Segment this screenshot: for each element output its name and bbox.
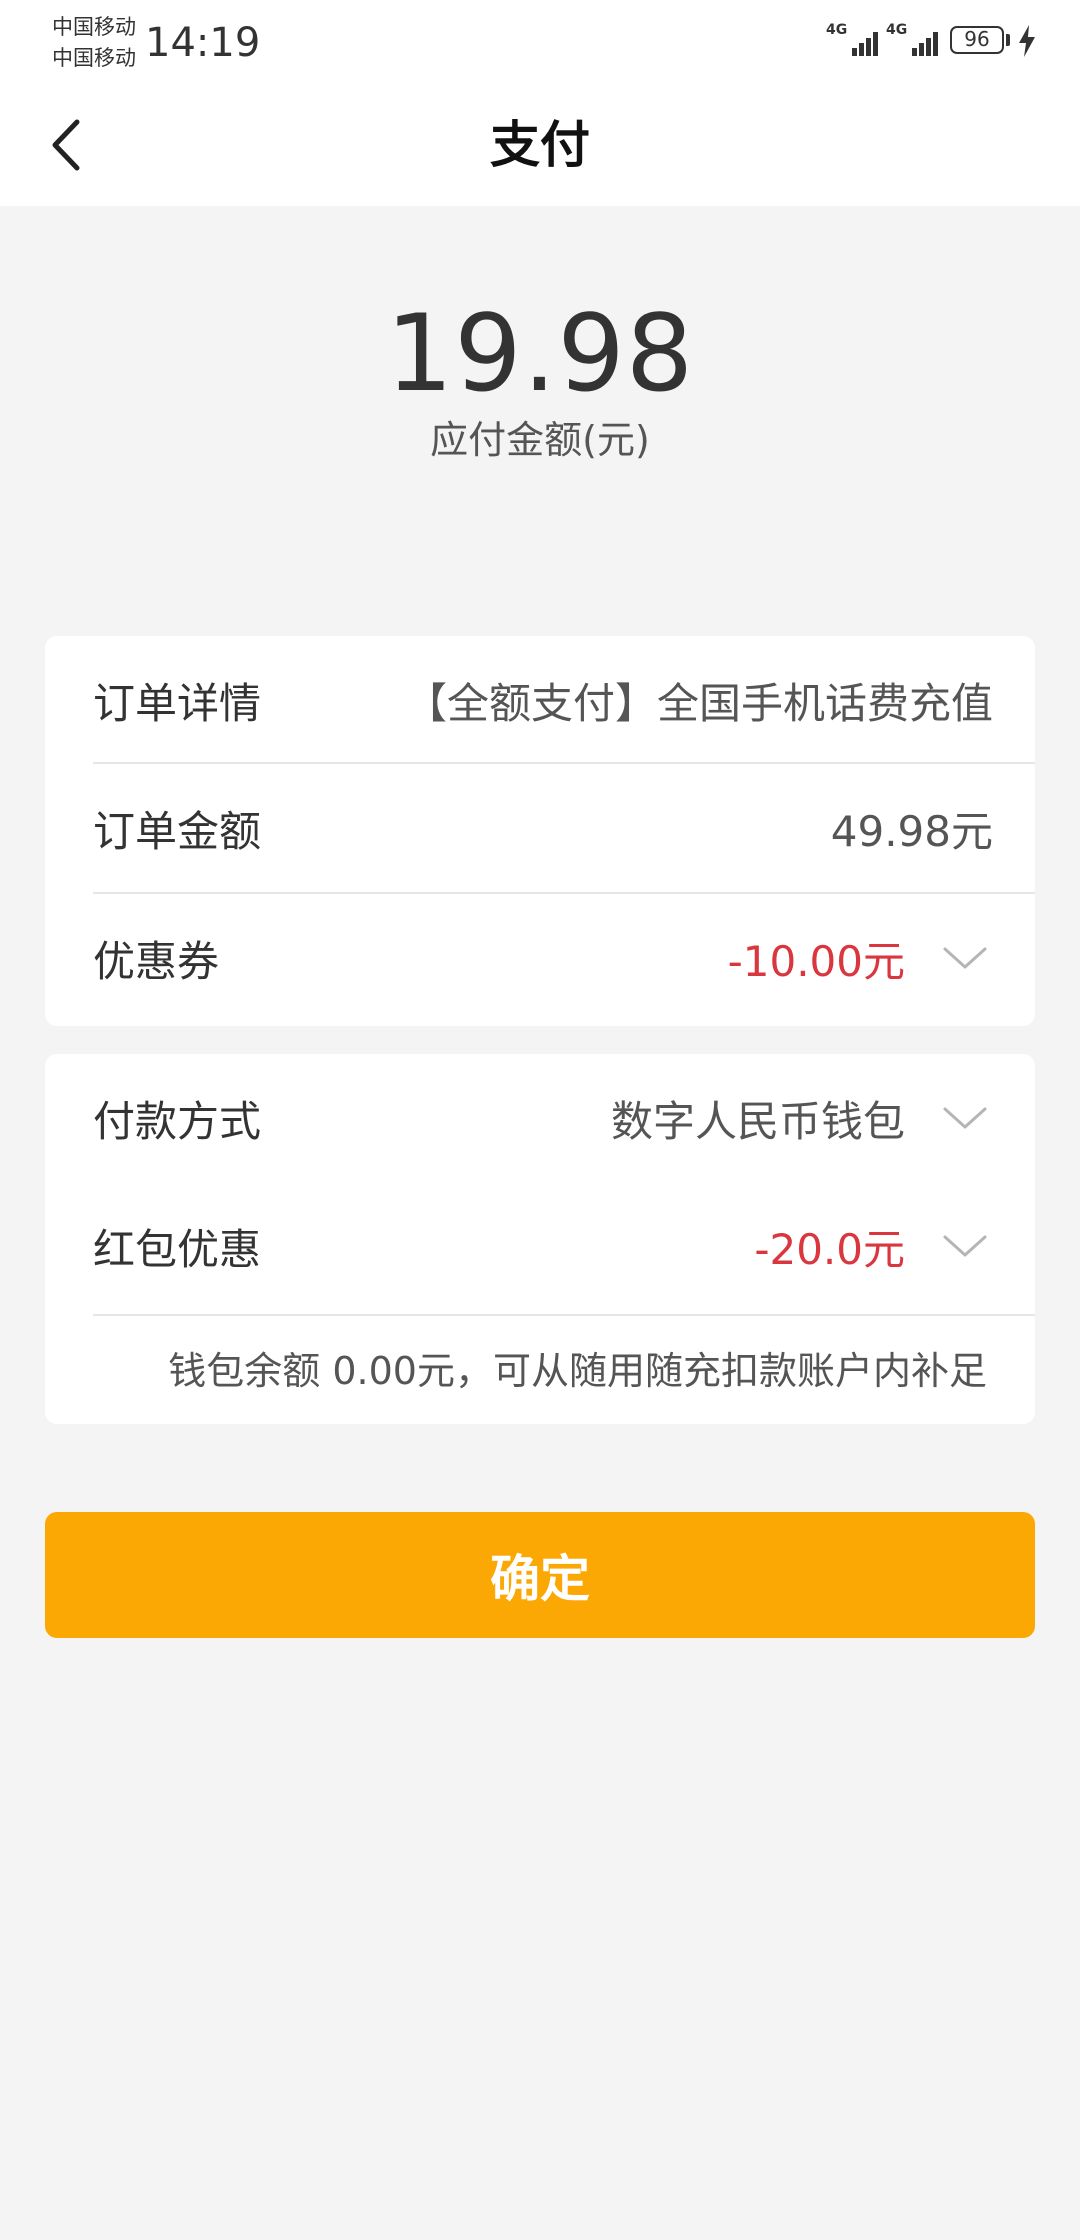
red-packet-label: 红包优惠 xyxy=(93,1224,262,1274)
signal-icon: 4G xyxy=(826,22,882,58)
payment-method-label: 付款方式 xyxy=(93,1096,262,1146)
battery-icon: 96 xyxy=(950,26,1004,54)
confirm-button[interactable]: 确定 xyxy=(45,1512,1035,1638)
red-packet-row[interactable]: 红包优惠 -20.0元 xyxy=(93,1182,993,1310)
signal-icon: 4G xyxy=(886,22,942,58)
payment-method-value-wrap: 数字人民币钱包 xyxy=(611,1088,993,1149)
wallet-balance-note: 钱包余额 0.00元，可从随用随充扣款账户内补足 xyxy=(168,1349,987,1393)
page-title: 支付 xyxy=(490,116,590,174)
chevron-down-icon[interactable] xyxy=(941,943,989,973)
chevron-down-icon[interactable] xyxy=(941,1231,989,1261)
order-card: 订单详情 【全额支付】全国手机话费充值 订单金额 49.98元 优惠券 -10.… xyxy=(45,636,1035,1026)
carrier-info: 中国移动 中国移动 xyxy=(52,12,136,74)
status-bar: 中国移动 中国移动 14:19 4G 4G 96 xyxy=(0,0,1080,86)
payment-method-value: 数字人民币钱包 xyxy=(610,1096,905,1146)
status-time: 14:19 xyxy=(145,20,261,66)
nav-bar: 支付 xyxy=(0,86,1080,206)
battery-tip xyxy=(1006,34,1010,46)
coupon-value-wrap: -10.00元 xyxy=(728,928,993,989)
order-detail-value: 【全额支付】全国手机话费充值 xyxy=(404,678,993,728)
red-packet-value-wrap: -20.0元 xyxy=(754,1216,993,1277)
order-amount-value: 49.98元 xyxy=(830,806,993,856)
coupon-row[interactable]: 优惠券 -10.00元 xyxy=(93,894,993,1022)
order-amount-row: 订单金额 49.98元 xyxy=(93,764,993,892)
charging-icon xyxy=(1019,25,1035,57)
red-packet-value: -20.0元 xyxy=(754,1224,905,1274)
chevron-down-icon[interactable] xyxy=(941,1103,989,1133)
battery-level: 96 xyxy=(964,27,990,51)
divider xyxy=(93,1314,1035,1316)
coupon-label: 优惠券 xyxy=(93,936,220,986)
payable-amount: 19.98 xyxy=(385,292,695,415)
payment-method-row[interactable]: 付款方式 数字人民币钱包 xyxy=(93,1054,993,1182)
carrier-1: 中国移动 xyxy=(52,15,136,39)
payment-card: 付款方式 数字人民币钱包 红包优惠 -20.0元 钱包余额 0.00元，可从随用… xyxy=(45,1054,1035,1424)
order-amount-label: 订单金额 xyxy=(93,806,262,856)
order-detail-label: 订单详情 xyxy=(93,678,262,728)
coupon-value: -10.00元 xyxy=(727,936,905,986)
carrier-2: 中国移动 xyxy=(52,46,136,70)
order-detail-row: 订单详情 【全额支付】全国手机话费充值 xyxy=(93,636,993,764)
payable-amount-label: 应付金额(元) xyxy=(430,418,650,462)
